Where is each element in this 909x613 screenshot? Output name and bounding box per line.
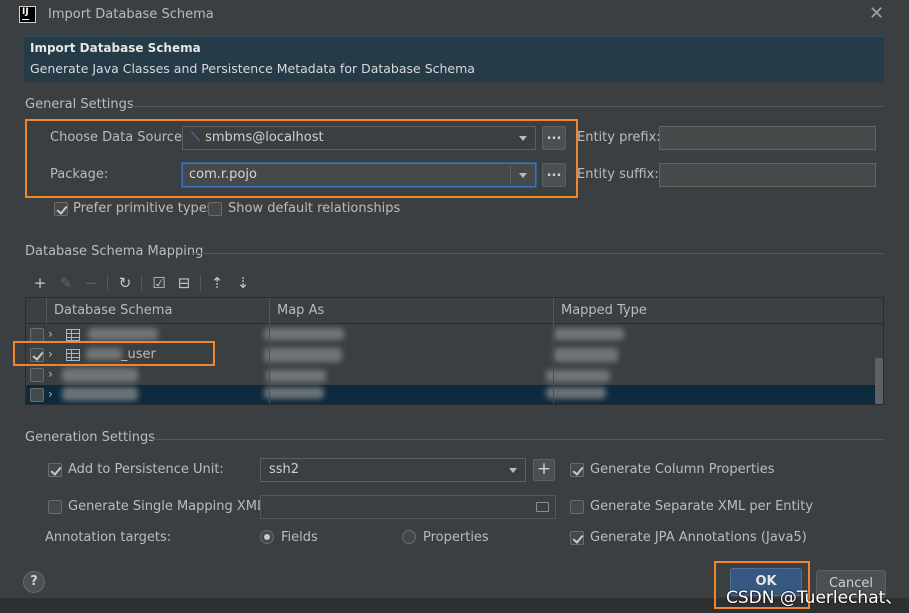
- section-divider: [128, 106, 884, 107]
- chevron-down-icon: [519, 173, 527, 178]
- prefer-primitive-checkbox[interactable]: [54, 202, 68, 216]
- persistence-unit-select[interactable]: ssh2: [260, 458, 526, 482]
- single-mapping-label: Generate Single Mapping XML:: [68, 499, 269, 514]
- datasource-icon: ⟍: [191, 130, 201, 145]
- refresh-icon[interactable]: ↻: [116, 274, 134, 292]
- combo-divider: [510, 166, 511, 184]
- entity-prefix-label: Entity prefix:: [577, 130, 661, 145]
- single-mapping-checkbox[interactable]: [48, 500, 62, 514]
- column-header-map-as[interactable]: Map As: [269, 298, 553, 324]
- highlight-box-row: [13, 341, 215, 366]
- banner-title: Import Database Schema: [30, 41, 201, 55]
- gen-jpa-checkbox[interactable]: [570, 531, 584, 545]
- properties-label: Properties: [423, 530, 489, 545]
- gen-jpa-label: Generate JPA Annotations (Java5): [590, 530, 807, 545]
- fields-radio[interactable]: [260, 530, 274, 544]
- redacted-blur: [264, 348, 342, 362]
- row-checkbox[interactable]: [30, 328, 44, 342]
- package-value: com.r.pojo: [189, 167, 257, 182]
- chevron-right-icon[interactable]: ›: [48, 327, 53, 341]
- scrollbar-thumb[interactable]: [875, 358, 883, 404]
- uncheck-icon[interactable]: ⊟: [175, 274, 193, 292]
- add-persistence-unit-button[interactable]: +: [533, 459, 555, 481]
- edit-icon[interactable]: ✎: [57, 274, 75, 292]
- redacted-blur: [554, 328, 624, 340]
- collapse-all-icon[interactable]: ⇣: [234, 274, 252, 292]
- gen-separate-xml-checkbox[interactable]: [570, 500, 584, 514]
- toolbar-separator: [107, 275, 108, 291]
- toolbar-separator: [200, 275, 201, 291]
- table-row-selected[interactable]: ›: [26, 385, 875, 404]
- single-mapping-input[interactable]: [260, 495, 556, 519]
- entity-suffix-input[interactable]: [659, 163, 876, 187]
- row-checkbox[interactable]: [30, 368, 44, 382]
- check-all-icon[interactable]: ☑: [150, 274, 168, 292]
- close-icon[interactable]: ✕: [869, 3, 884, 24]
- chevron-down-icon: [519, 136, 527, 141]
- banner-subtitle: Generate Java Classes and Persistence Me…: [30, 61, 475, 76]
- properties-radio[interactable]: [402, 530, 416, 544]
- add-persistence-checkbox[interactable]: [48, 463, 62, 477]
- package-browse-button[interactable]: ...: [542, 163, 566, 187]
- redacted-blur: [264, 328, 344, 340]
- entity-suffix-label: Entity suffix:: [577, 167, 659, 182]
- chevron-down-icon: [509, 468, 517, 473]
- table-row[interactable]: ›: [26, 365, 875, 385]
- expand-all-icon[interactable]: ⇡: [208, 274, 226, 292]
- generation-settings-title: Generation Settings: [25, 430, 155, 445]
- toolbar-separator: [141, 275, 142, 291]
- redacted-blur: [264, 387, 324, 399]
- gen-separate-xml-label: Generate Separate XML per Entity: [590, 499, 814, 514]
- show-default-rel-label: Show default relationships: [228, 201, 401, 216]
- package-label: Package:: [50, 167, 109, 182]
- column-header-schema[interactable]: Database Schema: [46, 298, 269, 324]
- watermark-text: CSDN @Tuerlechat、: [726, 588, 903, 608]
- column-divider: [269, 324, 270, 404]
- prefer-primitive-label: Prefer primitive types: [73, 201, 214, 216]
- column-divider: [553, 324, 554, 404]
- remove-icon[interactable]: −: [82, 274, 100, 292]
- chevron-right-icon[interactable]: ›: [48, 387, 53, 401]
- gen-column-props-label: Generate Column Properties: [590, 462, 775, 477]
- row-checkbox[interactable]: [30, 388, 44, 402]
- data-source-value: smbms@localhost: [205, 130, 324, 145]
- entity-prefix-input[interactable]: [659, 126, 876, 150]
- redacted-blur: [546, 387, 606, 399]
- intellij-logo-icon: IJ: [19, 6, 36, 23]
- table-header: Database Schema Map As Mapped Type: [26, 298, 883, 324]
- section-divider: [147, 439, 884, 440]
- show-default-rel-checkbox[interactable]: [208, 202, 222, 216]
- general-settings-title: General Settings: [25, 97, 134, 112]
- gen-column-props-checkbox[interactable]: [570, 463, 584, 477]
- add-persistence-label: Add to Persistence Unit:: [68, 462, 224, 477]
- persistence-unit-value: ssh2: [269, 462, 300, 477]
- help-button[interactable]: ?: [23, 571, 45, 593]
- redacted-blur: [554, 348, 618, 362]
- redacted-blur: [62, 368, 138, 382]
- window-title: Import Database Schema: [48, 7, 214, 22]
- redacted-blur: [546, 370, 610, 382]
- fields-label: Fields: [281, 530, 318, 545]
- package-input[interactable]: com.r.pojo: [182, 163, 536, 187]
- redacted-blur: [266, 370, 326, 382]
- section-divider: [192, 253, 884, 254]
- data-source-label: Choose Data Source:: [50, 130, 187, 145]
- add-icon[interactable]: +: [31, 274, 49, 292]
- redacted-blur: [88, 328, 158, 340]
- column-header-mapped-type[interactable]: Mapped Type: [553, 298, 875, 324]
- mapping-title: Database Schema Mapping: [25, 244, 204, 259]
- folder-icon[interactable]: [536, 502, 549, 512]
- data-source-browse-button[interactable]: ...: [542, 126, 566, 150]
- redacted-blur: [62, 387, 138, 401]
- table-icon: [66, 329, 80, 341]
- chevron-right-icon[interactable]: ›: [48, 367, 53, 381]
- data-source-select[interactable]: ⟍ smbms@localhost: [182, 126, 536, 150]
- annotation-targets-label: Annotation targets:: [45, 530, 172, 545]
